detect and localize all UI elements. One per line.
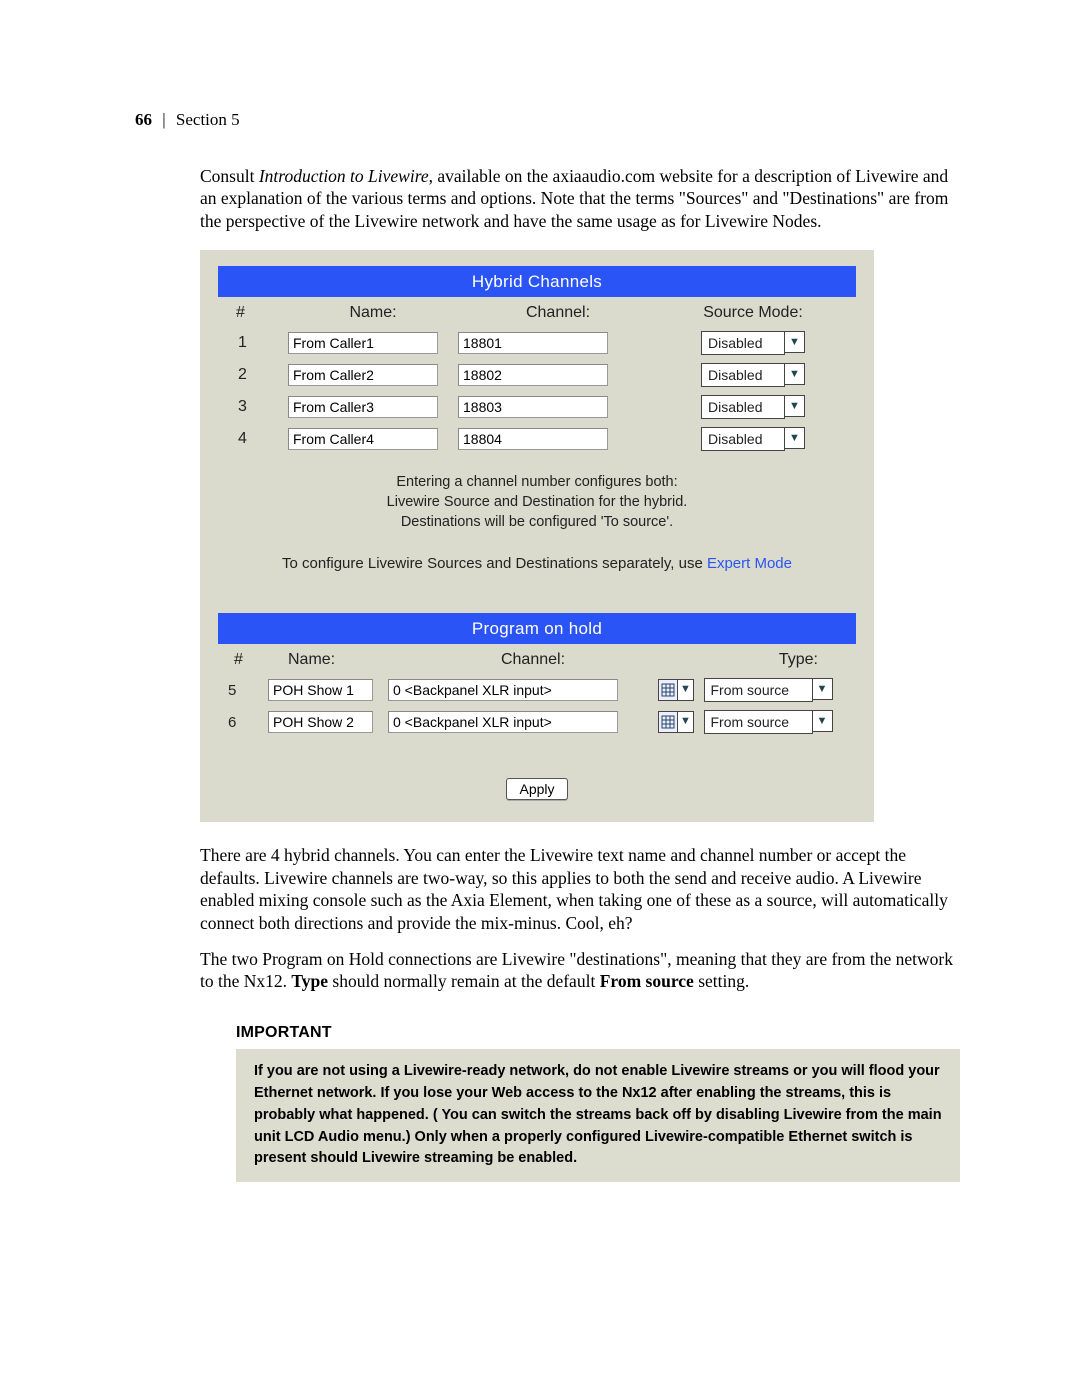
channel-input[interactable] <box>458 332 608 354</box>
hybrid-channels-title: Hybrid Channels <box>218 266 856 297</box>
row-number: 5 <box>228 681 268 700</box>
header-num: # <box>228 650 268 670</box>
channel-input[interactable] <box>458 428 608 450</box>
table-row: 2 Disabled ▼ <box>218 359 856 391</box>
name-input[interactable] <box>288 332 438 354</box>
source-mode-select[interactable]: Disabled <box>701 363 785 387</box>
row-number: 2 <box>228 365 288 385</box>
header-mode: Source Mode: <box>658 303 848 323</box>
chevron-down-icon: ▼ <box>817 716 828 727</box>
dropdown-button[interactable]: ▼ <box>813 678 833 700</box>
grid-icon <box>658 679 678 701</box>
row-number: 3 <box>228 397 288 417</box>
row-number: 6 <box>228 713 268 732</box>
source-mode-select[interactable]: Disabled <box>701 395 785 419</box>
important-heading: IMPORTANT <box>236 1023 960 1043</box>
section-label: Section 5 <box>176 110 240 129</box>
expert-mode-link[interactable]: Expert Mode <box>707 555 792 572</box>
important-box: If you are not using a Livewire-ready ne… <box>236 1049 960 1182</box>
channel-input[interactable] <box>458 396 608 418</box>
channel-input[interactable] <box>388 679 618 701</box>
table-row: 4 Disabled ▼ <box>218 423 856 455</box>
header-name: Name: <box>268 650 408 670</box>
table-row: 3 Disabled ▼ <box>218 391 856 423</box>
dropdown-button[interactable]: ▼ <box>785 363 805 385</box>
name-input[interactable] <box>288 396 438 418</box>
name-input[interactable] <box>288 428 438 450</box>
page-number: 66 <box>135 110 152 129</box>
source-mode-select[interactable]: Disabled <box>701 331 785 355</box>
table-row: 6 ▼ From source ▼ <box>218 706 856 738</box>
channel-input[interactable] <box>388 711 618 733</box>
name-input[interactable] <box>288 364 438 386</box>
page-header: 66 | Section 5 <box>135 110 240 130</box>
table-row: 5 ▼ From source ▼ <box>218 674 856 706</box>
type-select[interactable]: From source <box>704 678 813 702</box>
grid-icon <box>658 711 678 733</box>
chevron-down-icon: ▼ <box>789 401 800 412</box>
chevron-down-icon: ▼ <box>817 684 828 695</box>
header-name: Name: <box>288 303 458 323</box>
paragraph-program-on-hold: The two Program on Hold connections are … <box>200 948 960 993</box>
row-number: 4 <box>228 429 288 449</box>
poh-header-row: # Name: Channel: Type: <box>218 644 856 674</box>
hint-text: Entering a channel number configures bot… <box>218 473 856 532</box>
type-select[interactable]: From source <box>704 710 813 734</box>
dropdown-button[interactable]: ▼ <box>785 395 805 417</box>
header-channel: Channel: <box>408 650 658 670</box>
program-on-hold-title: Program on hold <box>218 613 856 644</box>
chevron-down-icon: ▼ <box>789 337 800 348</box>
dropdown-button[interactable]: ▼ <box>813 710 833 732</box>
dropdown-button[interactable]: ▼ <box>785 427 805 449</box>
paragraph-hybrid-channels: There are 4 hybrid channels. You can ent… <box>200 844 960 934</box>
table-row: 1 Disabled ▼ <box>218 327 856 359</box>
source-mode-select[interactable]: Disabled <box>701 427 785 451</box>
chevron-down-icon: ▼ <box>789 369 800 380</box>
chevron-down-icon: ▼ <box>789 433 800 444</box>
apply-button[interactable]: Apply <box>506 778 567 800</box>
header-channel: Channel: <box>458 303 658 323</box>
name-input[interactable] <box>268 679 373 701</box>
intro-paragraph: Consult Introduction to Livewire, availa… <box>200 165 960 232</box>
header-num: # <box>228 303 288 323</box>
config-panel: Hybrid Channels # Name: Channel: Source … <box>200 250 874 822</box>
row-number: 1 <box>228 333 288 353</box>
book-title: Introduction to Livewire <box>259 166 429 186</box>
header-separator: | <box>162 110 165 129</box>
dropdown-button[interactable]: ▼ <box>785 331 805 353</box>
name-input[interactable] <box>268 711 373 733</box>
header-type: Type: <box>688 650 848 670</box>
channel-input[interactable] <box>458 364 608 386</box>
expert-mode-line: To configure Livewire Sources and Destin… <box>218 554 856 573</box>
hybrid-header-row: # Name: Channel: Source Mode: <box>218 297 856 327</box>
